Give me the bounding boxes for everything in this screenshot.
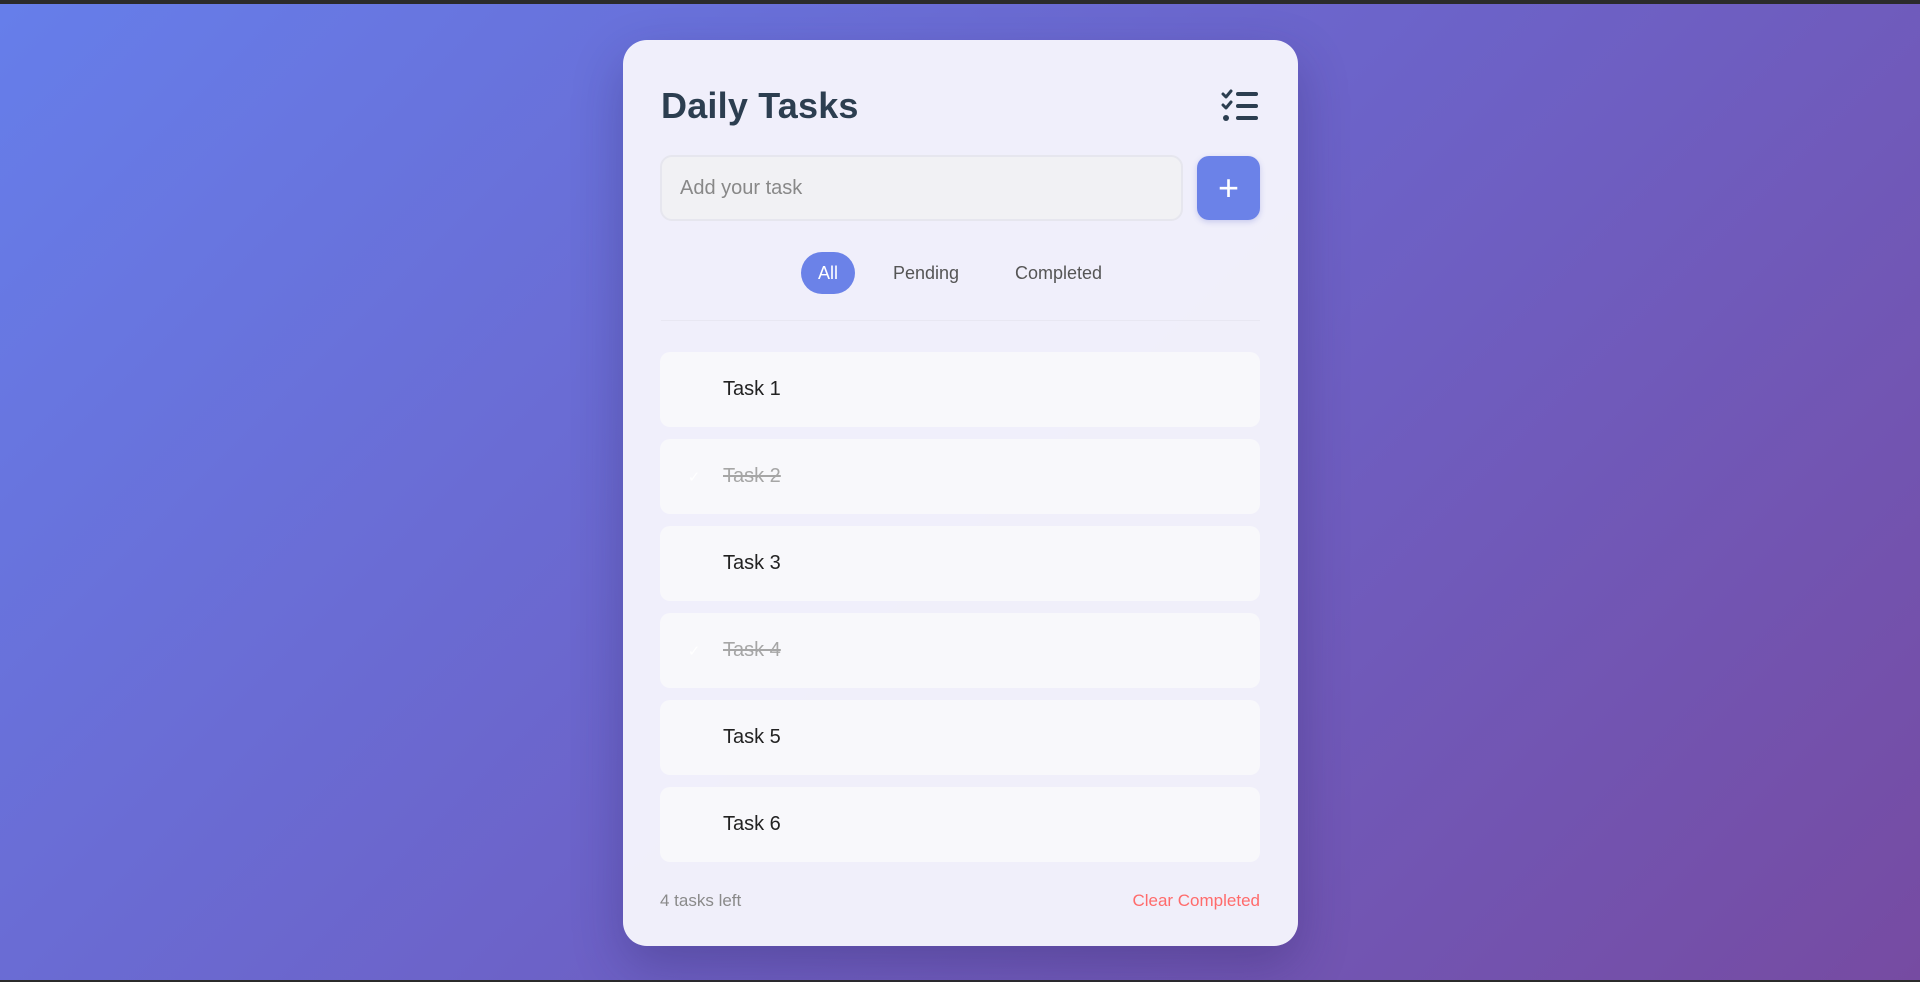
task-item[interactable]: Task 1 xyxy=(660,352,1260,427)
add-task-button[interactable]: + xyxy=(1197,156,1260,220)
clear-completed-button[interactable]: Clear Completed xyxy=(1132,891,1260,911)
tasks-left-count: 4 tasks left xyxy=(660,891,742,910)
filter-all[interactable]: All xyxy=(800,252,855,294)
plus-icon: + xyxy=(1217,167,1240,208)
task-text: Task 6 xyxy=(723,813,781,835)
task-checkbox[interactable] xyxy=(684,815,704,835)
task-item[interactable]: Task 5 xyxy=(660,700,1260,775)
filter-completed[interactable]: Completed xyxy=(997,252,1120,294)
task-text: Task 1 xyxy=(723,378,781,400)
task-item[interactable]: Task 3 xyxy=(660,526,1260,601)
card-header: Daily Tasks xyxy=(661,80,1260,132)
task-checkbox[interactable] xyxy=(684,380,704,400)
task-item[interactable]: Task 6 xyxy=(660,787,1260,862)
task-item[interactable]: ✓ Task 2 xyxy=(660,439,1260,514)
task-list: Task 1 ✓ Task 2 Task 3 ✓ Task 4 Task 5 T… xyxy=(660,352,1260,862)
checklist-icon xyxy=(1221,89,1258,121)
page-title: Daily Tasks xyxy=(661,85,859,126)
task-item[interactable]: ✓ Task 4 xyxy=(660,613,1260,688)
task-input[interactable] xyxy=(660,155,1183,221)
divider xyxy=(661,320,1260,321)
add-task-row: + xyxy=(660,155,1260,221)
task-text: Task 2 xyxy=(723,465,781,487)
task-checkbox[interactable]: ✓ xyxy=(684,641,704,661)
card-footer: 4 tasks left Clear Completed xyxy=(660,886,1260,916)
task-checkbox[interactable] xyxy=(684,554,704,574)
task-text: Task 5 xyxy=(723,726,781,748)
task-checkbox[interactable]: ✓ xyxy=(684,467,704,487)
task-text: Task 4 xyxy=(723,639,781,661)
task-checkbox[interactable] xyxy=(684,728,704,748)
filter-tabs: All Pending Completed xyxy=(661,252,1260,296)
filter-pending[interactable]: Pending xyxy=(875,252,977,294)
task-text: Task 3 xyxy=(723,552,781,574)
todo-card: Daily Tasks + All Pending Completed Task… xyxy=(623,40,1298,946)
